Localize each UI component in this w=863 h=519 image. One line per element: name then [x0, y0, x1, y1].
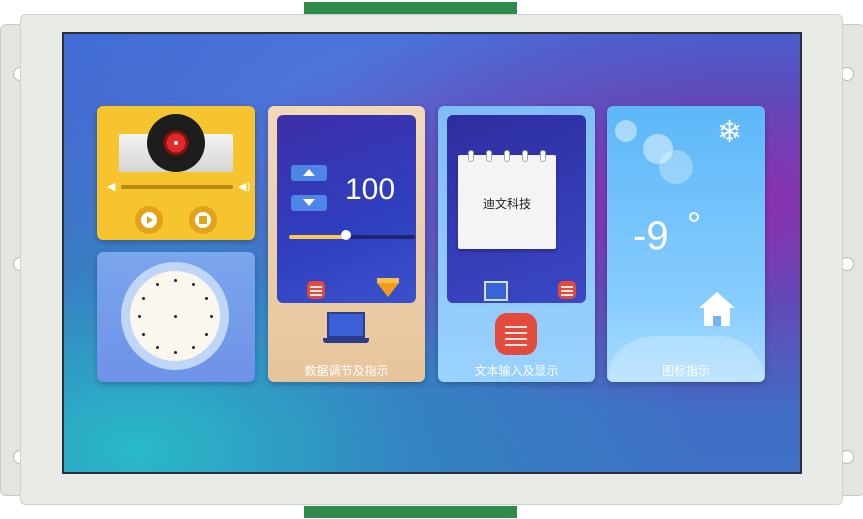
- degree-symbol: [689, 212, 699, 222]
- notepad-icon[interactable]: [558, 281, 576, 299]
- notepad-text: 迪文科技: [482, 197, 531, 211]
- text-input-label: 文本输入及显示: [474, 364, 559, 378]
- slider-handle[interactable]: [340, 230, 351, 240]
- clock-tick: [204, 332, 208, 336]
- data-adjust-label: 数据调节及指示: [304, 364, 389, 378]
- clock-tick: [191, 345, 195, 349]
- clock-icon: [130, 271, 220, 361]
- play-button[interactable]: [135, 206, 163, 234]
- up-arrow-icon: [303, 169, 315, 176]
- decrement-button[interactable]: [291, 195, 327, 211]
- text-document-icon: [495, 313, 537, 355]
- icon-indicator-label: 图标指示: [661, 364, 710, 378]
- value-slider[interactable]: [289, 235, 415, 239]
- data-adjust-tile[interactable]: 100 数据调节及指示: [268, 106, 425, 382]
- icon-indicator-tile[interactable]: ❄ -9 图标指示: [607, 106, 765, 382]
- down-arrow-icon: [303, 199, 315, 206]
- slider-fill: [289, 235, 346, 239]
- clock-tick: [155, 283, 159, 287]
- music-player-tile[interactable]: ◀ ◀): [97, 106, 255, 240]
- chart-icon[interactable]: [484, 281, 508, 301]
- notepad-icon[interactable]: [307, 281, 325, 299]
- text-input-tile[interactable]: 迪文科技 文本输入及显示: [438, 106, 595, 382]
- music-progress-bar[interactable]: [121, 185, 233, 189]
- gem-icon[interactable]: [377, 283, 399, 297]
- bottom-connector: [304, 506, 517, 518]
- clock-tick: [204, 296, 208, 300]
- notepad: 迪文科技: [458, 150, 556, 249]
- clock-tile[interactable]: [97, 252, 255, 382]
- house-icon: [699, 292, 735, 328]
- stop-icon: [195, 212, 211, 228]
- chart-laptop-icon: [323, 312, 369, 344]
- top-connector: [304, 2, 517, 14]
- clock-center: [173, 314, 177, 318]
- speaker-low-icon[interactable]: ◀: [107, 180, 115, 193]
- clock-tick: [173, 278, 177, 282]
- clock-tick: [191, 283, 195, 287]
- clock-tick: [137, 314, 141, 318]
- display-screen: ◀ ◀) 100 数据调节及指示 迪文科技 文本输入及显示 ❄ -9 图标指示: [64, 34, 800, 472]
- temperature-value: -9: [633, 214, 669, 258]
- speaker-high-icon[interactable]: ◀): [238, 180, 251, 193]
- play-icon: [141, 212, 157, 228]
- increment-button[interactable]: [291, 165, 327, 181]
- clock-tick: [173, 350, 177, 354]
- clock-tick: [142, 332, 146, 336]
- record-spindle: [174, 141, 178, 145]
- clock-tick: [142, 296, 146, 300]
- clock-tick: [209, 314, 213, 318]
- snowflake-icon: ❄: [717, 115, 743, 150]
- adjust-value: 100: [345, 173, 396, 206]
- clock-tick: [155, 345, 159, 349]
- stop-button[interactable]: [189, 206, 217, 234]
- decor-bubble: [615, 120, 637, 142]
- text-input-preview: 迪文科技: [447, 115, 586, 303]
- data-adjust-preview: 100: [277, 115, 416, 303]
- decor-bubble: [659, 150, 693, 184]
